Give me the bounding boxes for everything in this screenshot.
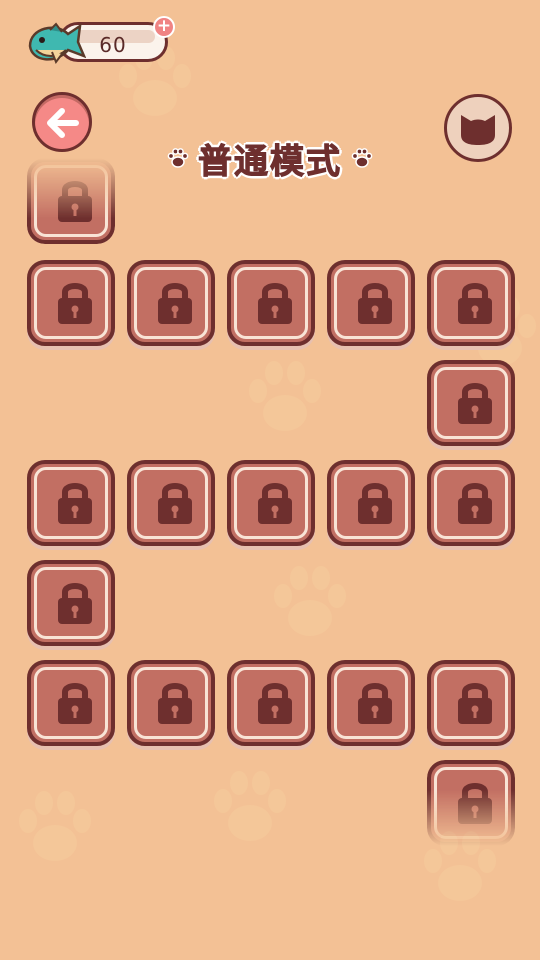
level-tile-locked[interactable] [227, 460, 315, 546]
level-tile-locked[interactable] [427, 360, 515, 446]
lock-icon [158, 483, 192, 524]
lock-icon [158, 683, 192, 724]
lock-icon [58, 283, 92, 324]
level-tile-locked[interactable] [27, 660, 115, 746]
lock-icon [58, 181, 92, 222]
level-tile-locked[interactable] [227, 660, 315, 746]
lock-icon [158, 283, 192, 324]
level-tile-locked[interactable] [427, 460, 515, 546]
lock-icon [258, 483, 292, 524]
level-tile-locked[interactable] [127, 260, 215, 346]
level-tile-locked[interactable] [427, 760, 515, 846]
level-tile-locked[interactable] [427, 660, 515, 746]
level-tile-locked[interactable] [327, 460, 415, 546]
lock-icon [58, 483, 92, 524]
lock-icon [458, 383, 492, 424]
level-tile-locked[interactable] [127, 660, 215, 746]
lock-icon [58, 683, 92, 724]
level-tile-locked[interactable] [227, 260, 315, 346]
level-tile-locked[interactable] [27, 260, 115, 346]
level-grid [0, 0, 540, 960]
level-tile-locked[interactable] [127, 460, 215, 546]
level-tile-locked[interactable] [327, 660, 415, 746]
level-tile-locked[interactable] [327, 260, 415, 346]
level-tile-locked[interactable] [27, 158, 115, 244]
lock-icon [258, 683, 292, 724]
lock-icon [458, 683, 492, 724]
lock-icon [458, 483, 492, 524]
lock-icon [58, 583, 92, 624]
level-tile-locked[interactable] [27, 560, 115, 646]
lock-icon [258, 283, 292, 324]
lock-icon [458, 283, 492, 324]
lock-icon [458, 783, 492, 824]
level-tile-locked[interactable] [427, 260, 515, 346]
lock-icon [358, 283, 392, 324]
lock-icon [358, 483, 392, 524]
level-tile-locked[interactable] [27, 460, 115, 546]
lock-icon [358, 683, 392, 724]
